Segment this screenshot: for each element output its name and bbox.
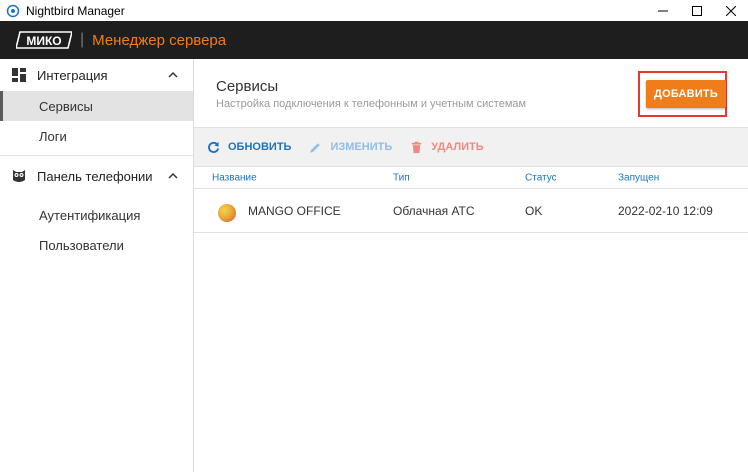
- minimize-icon: [658, 10, 668, 11]
- chevron-up-icon[interactable]: [167, 69, 179, 81]
- sidebar-item-authentication[interactable]: Аутентификация: [0, 200, 193, 230]
- nightbird-app-icon: [6, 4, 20, 17]
- app-title: Менеджер сервера: [92, 31, 227, 49]
- add-button[interactable]: ДОБАВИТЬ: [646, 80, 726, 108]
- close-button[interactable]: [714, 0, 748, 21]
- refresh-icon: [208, 141, 220, 153]
- cell-started: 2022-02-10 12:09: [618, 203, 713, 218]
- pencil-icon: [310, 142, 321, 153]
- refresh-button[interactable]: ОБНОВИТЬ: [207, 141, 291, 154]
- table-header: Название Тип Статус Запущен: [194, 167, 748, 189]
- column-header-started[interactable]: Запущен: [618, 172, 659, 183]
- chevron-up-icon[interactable]: [167, 170, 179, 182]
- app-header: МИКО | Менеджер сервера: [0, 21, 748, 59]
- sidebar-section-integration[interactable]: Интеграция: [0, 59, 193, 91]
- sidebar-item-users[interactable]: Пользователи: [0, 230, 193, 260]
- miko-logo: МИКО: [14, 30, 74, 50]
- mango-office-icon: [218, 204, 236, 222]
- sidebar-item-services[interactable]: Сервисы: [0, 91, 193, 121]
- dashboard-icon: [12, 68, 26, 82]
- column-header-name[interactable]: Название: [212, 172, 257, 183]
- sidebar-item-logs[interactable]: Логи: [0, 121, 193, 151]
- cell-name: MANGO OFFICE: [248, 203, 341, 218]
- page-subtitle: Настройка подключения к телефонным и уче…: [216, 98, 527, 110]
- maximize-button[interactable]: [680, 0, 714, 21]
- page-title: Сервисы: [216, 78, 279, 95]
- page-header: Сервисы Настройка подключения к телефонн…: [194, 59, 748, 127]
- sidebar-divider: [0, 155, 193, 156]
- maximize-icon: [692, 5, 702, 16]
- refresh-label: ОБНОВИТЬ: [228, 141, 292, 153]
- column-header-status[interactable]: Статус: [525, 172, 557, 183]
- cell-status: OK: [525, 203, 543, 218]
- sidebar-section-telephony-panel[interactable]: Панель телефонии: [0, 160, 193, 192]
- services-table: Название Тип Статус Запущен MANGO OFFICE…: [194, 167, 748, 233]
- window-title-bar: Nightbird Manager: [0, 0, 748, 21]
- window-title: Nightbird Manager: [26, 3, 125, 18]
- edit-button[interactable]: ИЗМЕНИТЬ: [309, 141, 392, 154]
- table-row[interactable]: MANGO OFFICE Облачная АТС OK 2022-02-10 …: [194, 189, 748, 233]
- main-content: Сервисы Настройка подключения к телефонн…: [194, 59, 748, 472]
- owl-icon: [13, 170, 25, 182]
- column-header-type[interactable]: Тип: [393, 172, 410, 183]
- sidebar: Интеграция Сервисы Логи Панель телефонии…: [0, 59, 194, 472]
- sidebar-section-label: Интеграция: [37, 67, 108, 83]
- delete-button[interactable]: УДАЛИТЬ: [410, 141, 484, 154]
- header-separator: |: [80, 31, 85, 48]
- delete-label: УДАЛИТЬ: [431, 141, 484, 153]
- trash-icon: [412, 141, 422, 153]
- minimize-button[interactable]: [646, 0, 680, 21]
- cell-type: Облачная АТС: [393, 203, 475, 218]
- window-controls: [646, 0, 748, 21]
- edit-label: ИЗМЕНИТЬ: [330, 141, 393, 153]
- sidebar-section-label: Панель телефонии: [37, 168, 153, 184]
- close-icon: [726, 5, 736, 16]
- svg-text:МИКО: МИКО: [26, 34, 61, 48]
- toolbar: ОБНОВИТЬ ИЗМЕНИТЬ УДАЛИТЬ: [194, 127, 748, 167]
